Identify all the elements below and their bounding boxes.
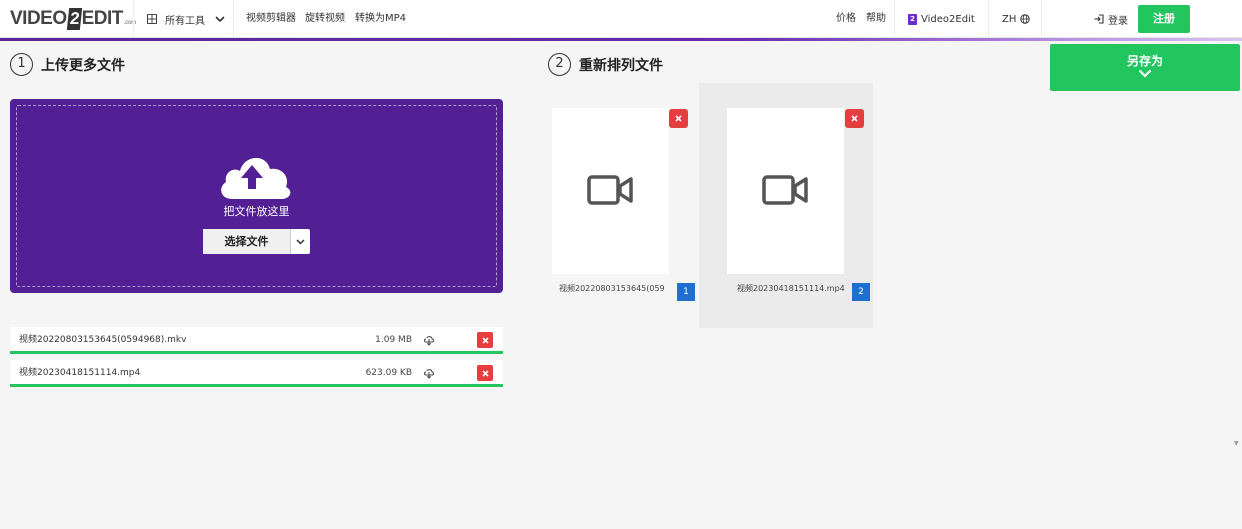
logo-text: VIDEO <box>10 8 67 29</box>
close-icon <box>481 369 489 377</box>
divider <box>233 0 234 38</box>
login-link[interactable]: 登录 <box>1094 0 1128 38</box>
logo-text-edit: EDIT <box>81 8 124 29</box>
logo[interactable]: VIDEO 2 EDIT .com <box>10 7 136 31</box>
divider <box>133 0 134 38</box>
chevron-down-icon <box>1138 69 1152 78</box>
video-camera-icon <box>762 175 808 205</box>
upload-title: 上传更多文件 <box>41 57 125 74</box>
globe-icon <box>1020 14 1031 24</box>
download-icon[interactable] <box>423 334 435 346</box>
brand-label: Video2Edit <box>921 13 975 25</box>
reorder-section-header: 2 重新排列文件 <box>548 53 663 76</box>
nav-video-editor[interactable]: 视频剪辑器 <box>246 0 296 38</box>
close-icon <box>851 115 858 122</box>
grid-icon <box>147 14 157 24</box>
register-button[interactable]: 注册 <box>1138 5 1190 33</box>
file-name: 视频20230418151114.mp4 <box>19 368 141 378</box>
file-card[interactable] <box>727 108 844 274</box>
card-order-badge: 1 <box>677 283 695 301</box>
step-number: 1 <box>10 53 33 76</box>
login-label: 登录 <box>1108 15 1128 27</box>
save-as-button[interactable]: 另存为 <box>1050 44 1240 91</box>
choose-files-button[interactable]: 选择文件 <box>203 229 291 254</box>
cloud-upload-icon <box>221 157 291 199</box>
choose-source-dropdown[interactable] <box>291 229 310 254</box>
chevron-down-icon <box>296 238 305 245</box>
remove-card-button[interactable] <box>669 109 688 128</box>
card-file-name: 视频20230418151114.mp4 <box>737 284 845 293</box>
brand-link[interactable]: 2 Video2Edit <box>908 0 975 38</box>
file-list-item: 视频20220803153645(0594968).mkv 1.09 MB <box>10 327 503 354</box>
file-size: 1.09 MB <box>375 335 412 345</box>
nav-rotate-video[interactable]: 旋转视频 <box>305 0 345 38</box>
language-selector[interactable]: ZH <box>1002 0 1031 38</box>
all-tools-menu[interactable]: 所有工具 <box>147 0 225 38</box>
file-size: 623.09 KB <box>365 368 412 378</box>
chevron-down-icon <box>215 15 225 22</box>
video-camera-icon <box>587 175 633 205</box>
language-label: ZH <box>1002 13 1017 25</box>
card-file-name: 视频20220803153645(059... <box>559 284 665 293</box>
card-order-badge: 2 <box>852 283 870 301</box>
file-name: 视频20220803153645(0594968).mkv <box>19 335 187 345</box>
file-list-item: 视频20230418151114.mp4 623.09 KB <box>10 360 503 387</box>
step-number: 2 <box>548 53 571 76</box>
login-icon <box>1094 14 1104 24</box>
brand-badge-icon: 2 <box>908 13 917 25</box>
nav-price[interactable]: 价格 <box>836 0 856 38</box>
download-icon[interactable] <box>423 367 435 379</box>
close-icon <box>481 336 489 344</box>
logo-two: 2 <box>66 8 82 30</box>
divider <box>894 0 895 38</box>
reorder-title: 重新排列文件 <box>579 57 663 74</box>
nav-help[interactable]: 帮助 <box>866 0 886 38</box>
close-icon <box>675 115 682 122</box>
logo-com: .com <box>123 20 137 26</box>
divider <box>988 0 989 38</box>
upload-section-header: 1 上传更多文件 <box>10 53 125 76</box>
save-as-label: 另存为 <box>1126 54 1163 68</box>
drop-files-text: 把文件放这里 <box>223 205 290 218</box>
divider <box>1041 0 1042 38</box>
scrollbar-arrow-icon[interactable]: ▼ <box>1234 440 1239 447</box>
progress-bar <box>0 38 1242 41</box>
top-header: VIDEO 2 EDIT .com 所有工具 视频剪辑器 旋转视频 转换为MP4 价格… <box>0 0 1242 38</box>
remove-file-button[interactable] <box>477 332 493 348</box>
choose-files-control: 选择文件 <box>203 229 310 254</box>
all-tools-label: 所有工具 <box>165 15 205 27</box>
nav-convert-mp4[interactable]: 转换为MP4 <box>355 0 406 38</box>
remove-file-button[interactable] <box>477 365 493 381</box>
file-card[interactable] <box>552 108 669 274</box>
remove-card-button[interactable] <box>845 109 864 128</box>
